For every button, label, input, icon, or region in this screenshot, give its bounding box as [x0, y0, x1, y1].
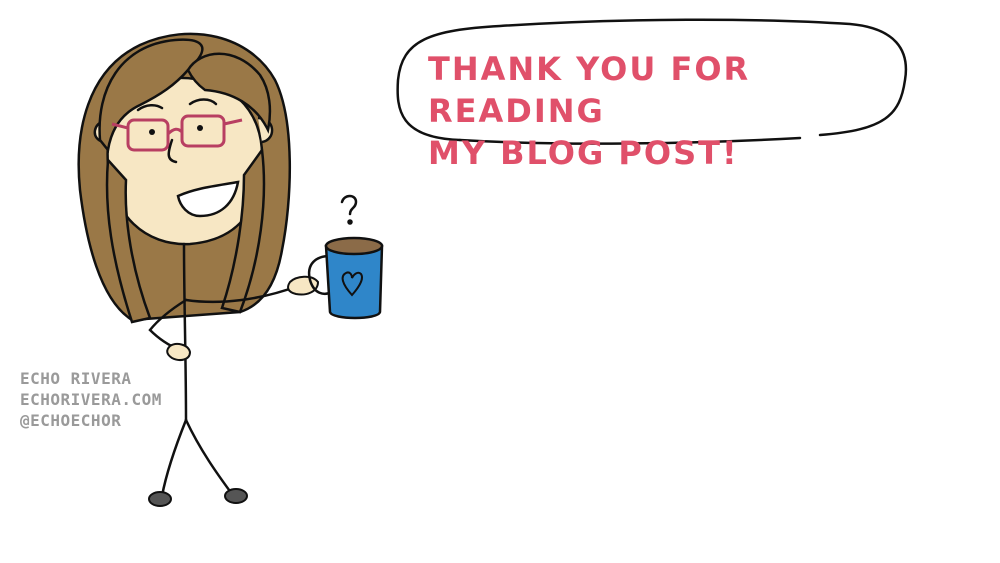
- speech-line-1: THANK YOU FOR READING: [428, 50, 751, 130]
- coffee-mug: [307, 236, 384, 320]
- left-eye: [149, 129, 155, 135]
- right-shoe: [224, 488, 248, 504]
- speech-bubble-text: THANK YOU FOR READING MY BLOG POST!: [428, 48, 898, 174]
- artist-website: ECHORIVERA.COM: [20, 390, 162, 409]
- left-shoe: [148, 491, 172, 507]
- artist-signature: ECHO RIVERA ECHORIVERA.COM @ECHOECHOR: [20, 368, 162, 431]
- artist-handle: @ECHOECHOR: [20, 411, 122, 430]
- question-mark-steam: [340, 194, 358, 225]
- speech-line-2: MY BLOG POST!: [428, 134, 739, 172]
- left-hand: [166, 343, 192, 361]
- artist-name: ECHO RIVERA: [20, 369, 132, 388]
- right-eye: [197, 125, 203, 131]
